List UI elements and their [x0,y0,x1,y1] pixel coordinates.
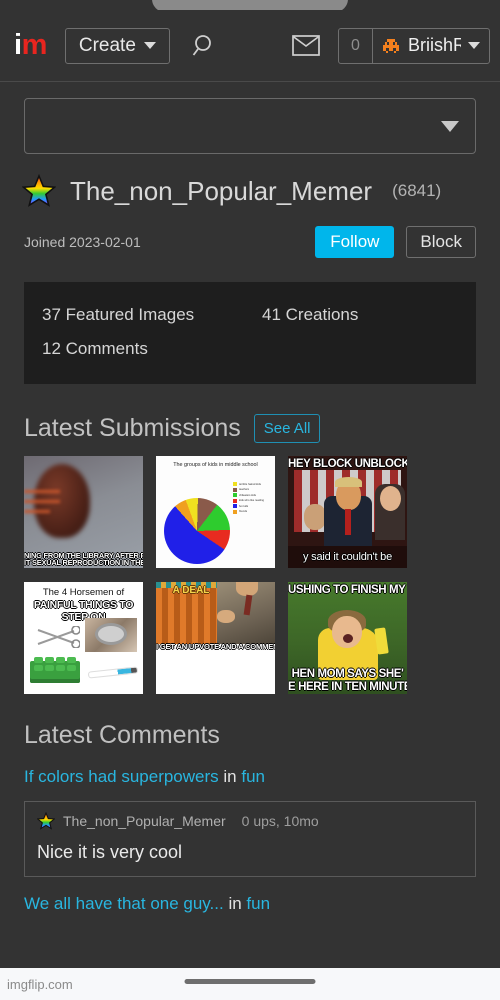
legend-label: terrible haired kids [239,482,261,486]
account-menu-button[interactable]: BriishRap [373,29,489,63]
meme-caption-line-2: HEN MOM SAYS SHE' [291,667,404,680]
thumbnail-art: The groups of kids in middle school terr… [156,456,275,568]
imgflip-logo[interactable]: im [14,31,47,60]
latest-submissions-header: Latest Submissions See All [24,414,500,443]
profile-header: The_non_Popular_Memer (6841) [21,173,500,208]
stat-comments: 12 Comments [42,339,148,358]
browser-url-label: imgflip.com [7,976,73,992]
legend-label: fun kids [239,504,249,508]
submission-thumbnail-running-from-library[interactable]: NING FROM THE LIBRARY AFTER PUTTI IT SEX… [24,456,143,568]
stat-creations: 41 Creations [262,305,359,324]
stream-select[interactable] [24,98,476,154]
comment-body: Nice it is very cool [37,842,183,862]
legend-label: friends [239,510,248,513]
account-box: 0 Briish [338,27,490,64]
see-all-button[interactable]: See All [253,414,321,443]
profile-stats-box: 37 Featured Images 41 Creations 12 Comme… [24,282,476,384]
screen: im Create 0 Briish The_non_Popular_Memer… [0,0,500,1000]
search-icon[interactable] [188,29,222,63]
in-word: in [223,767,237,786]
block-button[interactable]: Block [406,226,476,258]
in-word: in [228,894,242,913]
latest-submissions-title: Latest Submissions [24,414,241,442]
chevron-down-icon [441,120,459,132]
header-right-group: 0 Briish [288,27,490,64]
mail-icon[interactable] [288,29,324,63]
comment-card-header: The_non_Popular_Memer 0 ups, 10mo [36,811,463,830]
joined-date: Joined 2023-02-01 [24,234,141,250]
meme-caption-top: USHING TO FINISH MY CH [288,584,407,596]
meme-caption-bottom: y said it couldn't be [302,551,392,564]
comment-card: The_non_Popular_Memer 0 ups, 10mo Nice i… [24,801,476,877]
stat-featured-images: 37 Featured Images [42,305,195,324]
logo-letter-i: i [14,29,22,61]
browser-bottom-bar: imgflip.com [0,968,500,1000]
create-button[interactable]: Create [64,27,170,64]
thumbnail-art: A DEAL [156,582,275,694]
submissions-grid: NING FROM THE LIBRARY AFTER PUTTI IT SEX… [24,456,500,694]
account-name: BriishRap [408,35,461,55]
legend-label: chileaters kids [239,493,257,497]
rainbow-star-icon [36,811,56,830]
latest-comments-title: Latest Comments [24,721,220,749]
pie-chart-title: The groups of kids in middle school [173,462,258,468]
comment-stream-link[interactable]: fun [241,767,265,786]
legend-label: teachers [239,488,250,491]
page-body: The_non_Popular_Memer (6841) Joined 2023… [0,83,500,914]
submission-thumbnail-four-horsemen[interactable]: The 4 Horsemen of PAINFUL THINGS TO STEP… [24,582,143,694]
profile-meta-row: Joined 2023-02-01 Follow Block [24,226,476,258]
pie-chart-graphic [164,498,230,564]
meme-caption-top: A DEAL [172,585,210,596]
chevron-down-icon [468,42,480,49]
home-indicator[interactable] [184,979,316,984]
submission-thumbnail-chubby-bubbles-girl[interactable]: USHING TO FINISH MY CH HEN MOM SAYS SHE'… [288,582,407,694]
comment-stream-link[interactable]: fun [246,894,270,913]
create-button-label: Create [78,34,136,56]
pie-chart-legend: terrible haired kids teachers chileaters… [233,482,271,515]
comment-author[interactable]: The_non_Popular_Memer [63,813,226,829]
comment-post-title-link[interactable]: We all have that one guy... [24,894,224,913]
thumbnail-art: The 4 Horsemen of PAINFUL THINGS TO STEP… [24,582,143,694]
follow-button[interactable]: Follow [315,226,395,258]
profile-username: The_non_Popular_Memer [70,175,373,206]
comment-entry-link-2: We all have that one guy... in fun [24,894,500,914]
site-header: im Create 0 Briish [0,10,500,82]
submission-thumbnail-trump-block[interactable]: HEY BLOCK UNBLOCKED y said it couldn't b… [288,456,407,568]
profile-actions: Follow Block [315,226,476,258]
notification-count[interactable]: 0 [339,28,373,63]
legend-label: kids who like reading [239,499,264,502]
submission-thumbnail-pie-chart[interactable]: The groups of kids in middle school terr… [156,456,275,568]
profile-points: (6841) [392,181,442,200]
meme-caption-bottom: I GET AN UPVOTE AND A COMMENT [156,642,275,651]
rainbow-star-icon [21,173,57,208]
comment-post-title-link[interactable]: If colors had superpowers [24,767,219,786]
invader-avatar-icon [381,36,401,56]
comment-meta: 0 ups, 10mo [241,813,319,829]
meme-caption-line-1: The 4 Horsemen of [42,587,125,598]
meme-caption-line-3: E HERE IN TEN MINUTE [288,680,407,693]
chevron-down-icon [143,42,156,49]
submission-thumbnail-a-deal[interactable]: A DEAL I GET AN UPVOTE AND A COMMENT [156,582,275,694]
logo-letter-m: m [21,29,48,61]
meme-caption-line-2: IT SEXUAL REPRODUCTION IN THE HUM [24,558,143,568]
browser-top-chrome [0,0,500,12]
comment-entry-link-1: If colors had superpowers in fun [24,767,500,787]
meme-caption-top: HEY BLOCK UNBLOCKED [288,458,407,470]
